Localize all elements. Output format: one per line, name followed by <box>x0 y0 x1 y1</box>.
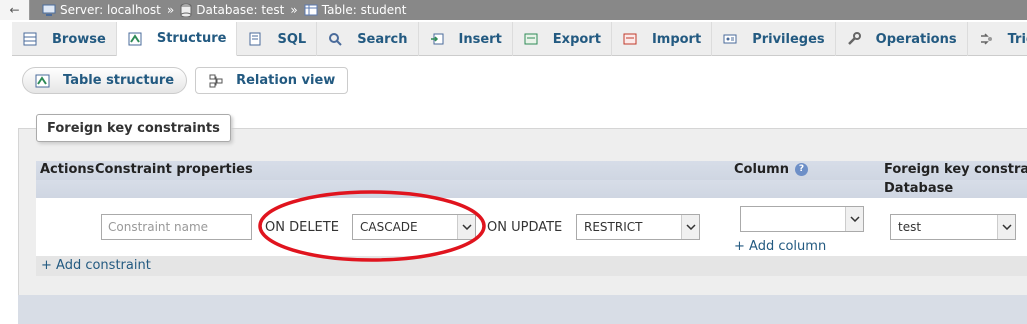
add-constraint-row: + Add constraint <box>36 256 1027 276</box>
relation-view-label: Relation view <box>236 73 336 88</box>
header-fk-constraint: Foreign key constraint <box>884 162 1027 177</box>
tab-label: Browse <box>52 31 106 47</box>
tab-label: SQL <box>277 31 307 47</box>
database-select[interactable]: test <box>890 214 1016 240</box>
import-icon <box>622 31 638 47</box>
chevron-down-icon <box>457 215 475 239</box>
on-update-label: ON UPDATE <box>487 220 563 235</box>
structure-icon <box>35 74 51 88</box>
browse-icon <box>22 31 38 47</box>
database-icon <box>180 3 192 17</box>
tab-label: Structure <box>156 31 227 46</box>
structure-icon <box>127 31 143 47</box>
sql-icon <box>247 31 263 47</box>
tab-operations[interactable]: Operations <box>836 22 968 56</box>
breadcrumb-server[interactable]: Server: localhost <box>60 3 161 17</box>
database-value: test <box>898 220 922 234</box>
breadcrumb-database[interactable]: Database: test <box>196 3 284 17</box>
tab-import[interactable]: Import <box>612 22 713 56</box>
fieldset-footer <box>18 295 1027 324</box>
tab-label: Triggers <box>1007 31 1027 47</box>
search-icon <box>327 31 343 47</box>
on-delete-label: ON DELETE <box>265 220 339 235</box>
server-icon <box>42 4 56 16</box>
tab-label: Insert <box>458 31 502 47</box>
tab-label: Operations <box>875 31 957 47</box>
tab-label: Privileges <box>752 31 825 47</box>
on-update-value: RESTRICT <box>584 220 643 234</box>
header-constraint-properties: Constraint properties <box>95 162 253 177</box>
table-icon <box>304 4 318 16</box>
fieldset-legend: Foreign key constraints <box>36 114 231 142</box>
constraint-name-input[interactable]: Constraint name <box>101 214 252 240</box>
tab-search[interactable]: Search <box>317 22 419 56</box>
tab-label: Search <box>357 31 408 47</box>
header-column-label: Column <box>734 162 789 177</box>
breadcrumb-separator: » <box>290 3 298 17</box>
tab-sql[interactable]: SQL <box>237 22 318 56</box>
header-column: Column? <box>734 162 808 177</box>
tab-export[interactable]: Export <box>513 22 612 56</box>
breadcrumb-table[interactable]: Table: student <box>322 3 407 17</box>
header-actions: Actions <box>40 162 95 177</box>
add-column-link[interactable]: + Add column <box>734 239 826 254</box>
column-select[interactable] <box>740 206 864 232</box>
chevron-down-icon <box>997 215 1015 239</box>
insert-icon <box>429 31 445 47</box>
table-header-row: Actions Constraint properties Column? Fo… <box>36 161 1027 180</box>
on-delete-value: CASCADE <box>360 220 418 234</box>
tab-triggers[interactable]: Triggers <box>968 22 1027 56</box>
main-tab-bar: Browse Structure SQL Search Insert Expor… <box>12 22 1027 56</box>
tab-browse[interactable]: Browse <box>12 22 117 56</box>
table-subheader-row: Database <box>36 180 1027 198</box>
sub-tab-bar: Table structure Relation view <box>22 67 349 94</box>
tab-structure[interactable]: Structure <box>116 22 238 56</box>
table-structure-label: Table structure <box>63 73 175 88</box>
breadcrumb-separator: » <box>166 3 175 17</box>
privileges-icon <box>722 31 738 47</box>
on-update-select[interactable]: RESTRICT <box>576 214 700 240</box>
relation-icon <box>208 74 224 88</box>
triggers-icon <box>978 31 994 47</box>
chevron-down-icon <box>681 215 699 239</box>
back-arrow-button[interactable]: ← <box>0 0 30 20</box>
export-icon <box>523 31 539 47</box>
tab-insert[interactable]: Insert <box>419 22 513 56</box>
help-icon[interactable]: ? <box>794 163 808 176</box>
tab-label: Import <box>651 31 702 47</box>
chevron-down-icon <box>845 207 863 231</box>
header-database: Database <box>884 181 954 196</box>
wrench-icon <box>846 31 862 47</box>
tab-label: Export <box>552 31 601 47</box>
tab-privileges[interactable]: Privileges <box>712 22 836 56</box>
table-structure-button[interactable]: Table structure <box>22 67 188 94</box>
on-delete-select[interactable]: CASCADE <box>352 214 476 240</box>
relation-view-button[interactable]: Relation view <box>195 67 349 94</box>
breadcrumb: Server: localhost » Database: test » Tab… <box>42 1 407 19</box>
top-navigation-bar: ← Server: localhost » Database: test » T… <box>0 0 1027 20</box>
add-constraint-link[interactable]: + Add constraint <box>41 258 151 273</box>
table-row: Constraint name ON DELETE CASCADE ON UPD… <box>36 198 1027 256</box>
